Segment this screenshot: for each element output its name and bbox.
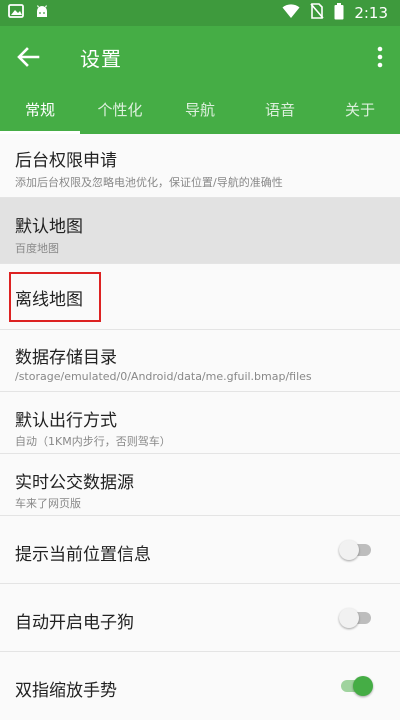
toggle-thumb — [339, 540, 359, 560]
setting-title: 默认地图 — [15, 217, 83, 237]
setting-default-map[interactable]: 默认地图 百度地图 — [0, 198, 400, 264]
page-title: 设置 — [80, 47, 122, 71]
setting-title: 自动开启电子狗 — [15, 613, 134, 633]
android-icon — [34, 3, 50, 23]
tab-bar: 常规 个性化 导航 语音 关于 — [0, 88, 400, 134]
tab-voice[interactable]: 语音 — [240, 88, 320, 134]
setting-title: 提示当前位置信息 — [15, 545, 151, 565]
setting-title: 数据存储目录 — [15, 348, 117, 368]
setting-background-permission[interactable]: 后台权限申请 添加后台权限及忽略电池优化，保证位置/导航的准确性 — [0, 134, 400, 198]
setting-title: 默认出行方式 — [15, 411, 117, 431]
setting-subtitle: 车来了网页版 — [15, 497, 81, 510]
setting-storage-dir[interactable]: 数据存储目录 /storage/emulated/0/Android/data/… — [0, 330, 400, 392]
speed-camera-toggle[interactable] — [339, 608, 373, 628]
tab-label: 关于 — [344, 101, 375, 119]
setting-title: 后台权限申请 — [15, 151, 117, 171]
setting-bus-source[interactable]: 实时公交数据源 车来了网页版 — [0, 454, 400, 516]
no-sim-icon — [310, 3, 324, 23]
battery-icon — [334, 2, 344, 24]
arrow-left-icon[interactable] — [14, 43, 42, 71]
tab-about[interactable]: 关于 — [320, 88, 400, 134]
setting-title: 双指缩放手势 — [15, 681, 117, 701]
pinch-zoom-toggle[interactable] — [339, 676, 373, 696]
tab-label: 导航 — [184, 101, 215, 119]
setting-subtitle: /storage/emulated/0/Android/data/me.gfui… — [15, 370, 312, 383]
tab-label: 语音 — [264, 101, 295, 119]
settings-list: 后台权限申请 添加后台权限及忽略电池优化，保证位置/导航的准确性 默认地图 百度… — [0, 134, 400, 720]
image-icon — [8, 3, 24, 23]
setting-travel-mode[interactable]: 默认出行方式 自动（1KM内步行，否则驾车） — [0, 392, 400, 454]
tab-navigation[interactable]: 导航 — [160, 88, 240, 134]
app-bar: 设置 — [0, 26, 400, 88]
tab-personalize[interactable]: 个性化 — [80, 88, 160, 134]
wifi-icon — [282, 3, 300, 23]
setting-pinch-zoom[interactable]: 双指缩放手势 — [0, 652, 400, 720]
more-vert-icon[interactable] — [374, 44, 386, 70]
status-time: 2:13 — [354, 4, 388, 22]
status-bar: 2:13 — [0, 0, 400, 26]
location-hint-toggle[interactable] — [339, 540, 373, 560]
tab-general[interactable]: 常规 — [0, 88, 80, 134]
tab-label: 个性化 — [97, 101, 143, 119]
setting-subtitle: 自动（1KM内步行，否则驾车） — [15, 435, 171, 448]
toggle-thumb — [353, 676, 373, 696]
toggle-thumb — [339, 608, 359, 628]
setting-subtitle: 百度地图 — [15, 242, 59, 255]
tab-label: 常规 — [24, 101, 55, 119]
setting-subtitle: 添加后台权限及忽略电池优化，保证位置/导航的准确性 — [15, 176, 283, 189]
setting-title: 实时公交数据源 — [15, 473, 134, 493]
highlight-box — [9, 272, 101, 322]
setting-location-hint[interactable]: 提示当前位置信息 — [0, 516, 400, 584]
setting-speed-camera[interactable]: 自动开启电子狗 — [0, 584, 400, 652]
